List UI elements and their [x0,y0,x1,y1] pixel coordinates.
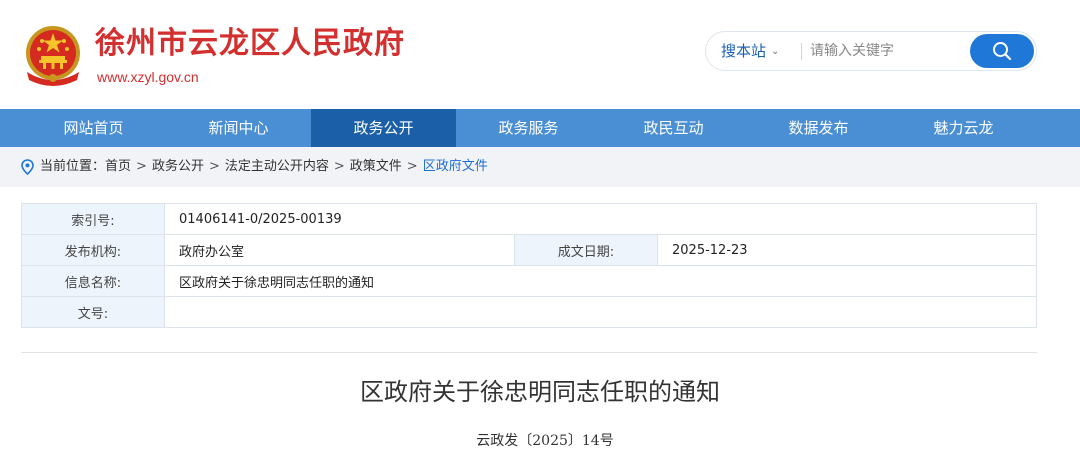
search-box: 搜本站 ⌄ [705,31,1037,71]
publisher-label: 发布机构: [21,234,165,266]
breadcrumb-prefix: 当前位置： [40,159,106,174]
publisher-value: 政府办公室 [164,234,515,266]
breadcrumb-separator: > [406,159,418,174]
divider [21,352,1037,353]
index-label: 索引号: [21,203,165,235]
search-input[interactable] [810,36,960,66]
site-header: 徐州市云龙区人民政府 www.xzyl.gov.cn 搜本站 ⌄ [0,0,1080,109]
search-icon [993,42,1012,61]
name-label: 信息名称: [21,265,165,297]
breadcrumb-link[interactable]: 区政府文件 [423,147,488,187]
search-button[interactable] [970,34,1034,68]
search-scope-label: 搜本站 [721,42,767,60]
table-row: 文号: [21,296,1037,328]
docno-value [164,296,1037,328]
breadcrumb: 当前位置： 首页 > 政务公开 > 法定主动公开内容 > 政策文件 > 区政府文件 [21,147,488,187]
site-url[interactable]: www.xzyl.gov.cn [97,68,199,86]
breadcrumb-separator: > [333,159,345,174]
nav-item[interactable]: 政民互动 [601,109,746,147]
nav-item[interactable]: 政务公开 [311,109,456,147]
document-info-table: 索引号: 01406141-0/2025-00139 发布机构: 政府办公室 成… [21,203,1037,328]
site-title[interactable]: 徐州市云龙区人民政府 [95,24,405,64]
main-nav: 网站首页 新闻中心 政务公开 政务服务 政民互动 数据发布 魅力云龙 [0,109,1080,147]
main-nav-list: 网站首页 新闻中心 政务公开 政务服务 政民互动 数据发布 魅力云龙 [21,109,1036,147]
nav-item[interactable]: 网站首页 [21,109,166,147]
table-row: 索引号: 01406141-0/2025-00139 [21,203,1037,235]
table-row: 信息名称: 区政府关于徐忠明同志任职的通知 [21,265,1037,297]
chevron-down-icon: ⌄ [771,46,780,57]
index-value: 01406141-0/2025-00139 [164,203,1037,235]
document-title: 区政府关于徐忠明同志任职的通知 [360,378,720,406]
date-value: 2025-12-23 [657,234,1037,266]
breadcrumb-separator: > [208,159,220,174]
location-pin-icon [21,159,34,175]
search-scope-dropdown[interactable]: 搜本站 ⌄ [721,32,779,70]
name-value: 区政府关于徐忠明同志任职的通知 [164,265,1037,297]
nav-item[interactable]: 政务服务 [456,109,601,147]
breadcrumb-link[interactable]: 首页 [105,147,131,187]
document-number: 云政发〔2025〕14号 [476,433,614,449]
table-row: 发布机构: 政府办公室 成文日期: 2025-12-23 [21,234,1037,266]
breadcrumb-bar: 当前位置： 首页 > 政务公开 > 法定主动公开内容 > 政策文件 > 区政府文件 [0,147,1080,187]
search-divider [801,43,802,60]
nav-item[interactable]: 魅力云龙 [891,109,1036,147]
nav-item[interactable]: 新闻中心 [166,109,311,147]
nav-item[interactable]: 数据发布 [746,109,891,147]
docno-label: 文号: [21,296,165,328]
breadcrumb-link[interactable]: 法定主动公开内容 [225,147,329,187]
breadcrumb-link[interactable]: 政策文件 [350,147,402,187]
date-label: 成文日期: [514,234,658,266]
breadcrumb-link[interactable]: 政务公开 [152,147,204,187]
breadcrumb-separator: > [136,159,147,174]
national-emblem-icon[interactable] [23,24,83,88]
